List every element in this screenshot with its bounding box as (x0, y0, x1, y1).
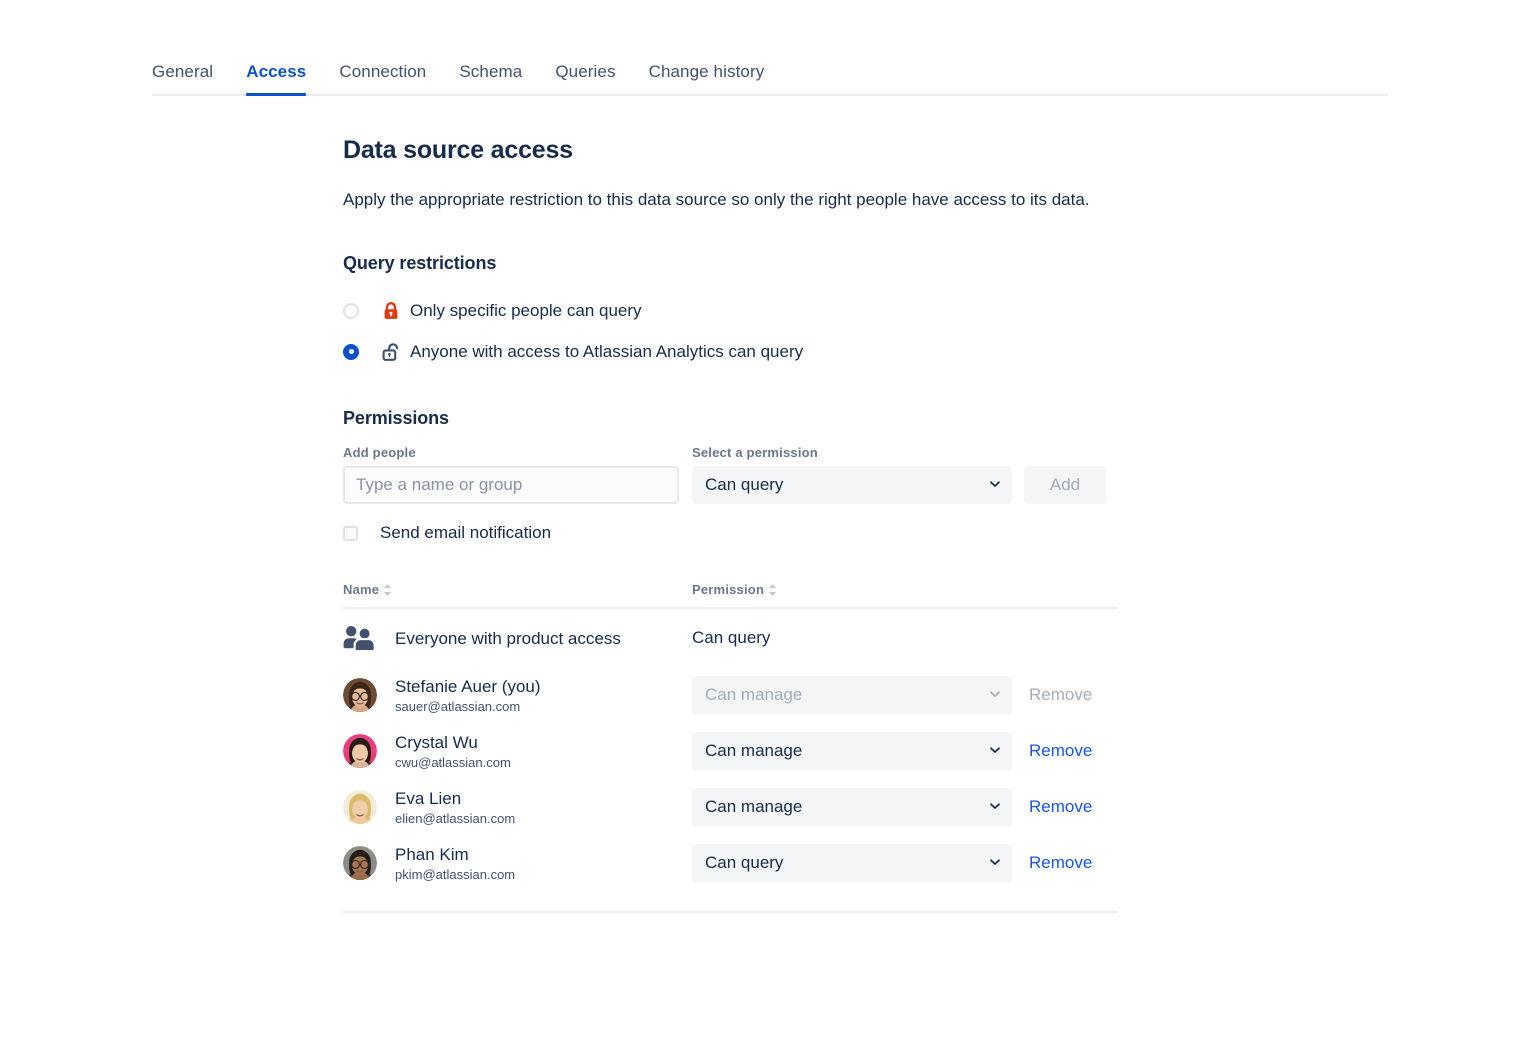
table-row: Crystal Wucwu@atlassian.com Can manage Rem… (343, 723, 1118, 779)
sort-icon (768, 583, 777, 597)
tab-schema[interactable]: Schema (459, 62, 522, 94)
cell-name: Eva Lienelien@atlassian.com (343, 788, 692, 827)
avatar-crystal (343, 734, 377, 768)
table-body: Everyone with product access Can query Ste… (343, 609, 1118, 891)
cell-name: Stefanie Auer (you)sauer@atlassian.com (343, 676, 692, 715)
row-name: Eva Lien (395, 788, 515, 809)
table-row: Everyone with product access Can query (343, 609, 1118, 667)
row-name: Stefanie Auer (you) (395, 676, 541, 697)
avatar-stefanie (343, 678, 377, 712)
select-permission-field: Select a permission Can query (679, 445, 1012, 504)
add-people-input[interactable] (343, 466, 679, 504)
cell-name: Everyone with product access (343, 625, 692, 652)
people-group-icon (343, 625, 379, 652)
avatar (343, 678, 377, 712)
sort-icon (383, 583, 392, 597)
select-permission-wrap: Can query (692, 466, 1012, 504)
sort-icon[interactable] (383, 583, 392, 597)
query-restriction-option-0[interactable]: Only specific people can query (343, 290, 1118, 331)
cell-name: Phan Kimpkim@atlassian.com (343, 844, 692, 883)
send-email-notification-row[interactable]: Send email notification (343, 523, 1118, 543)
row-permission-wrap: Can manage (692, 732, 1012, 770)
avatar (343, 846, 377, 880)
remove-link[interactable]: Remove (1029, 741, 1104, 761)
row-identity: Stefanie Auer (you)sauer@atlassian.com (395, 676, 541, 715)
row-permission-wrap: Can manage (692, 676, 1012, 714)
permissions-table: Name Permission Everyone with product acc… (343, 582, 1118, 913)
tab-queries[interactable]: Queries (555, 62, 615, 94)
cell-name: Crystal Wucwu@atlassian.com (343, 732, 692, 771)
query-restriction-label-1: Anyone with access to Atlassian Analytic… (410, 342, 803, 362)
row-email: cwu@atlassian.com (395, 754, 511, 771)
tab-connection[interactable]: Connection (339, 62, 426, 94)
row-permission-dropdown[interactable]: Can manage (692, 732, 1012, 770)
row-permission-wrap: Can manage (692, 788, 1012, 826)
row-email: elien@atlassian.com (395, 810, 515, 827)
row-permission-dropdown: Can manage (692, 676, 1012, 714)
row-identity: Eva Lienelien@atlassian.com (395, 788, 515, 827)
remove-link[interactable]: Remove (1029, 797, 1104, 817)
row-identity: Crystal Wucwu@atlassian.com (395, 732, 511, 771)
add-people-field: Add people (343, 445, 679, 504)
tab-bar: General Access Connection Schema Queries Chan… (152, 62, 1388, 96)
permissions-heading: Permissions (343, 408, 1118, 429)
tab-general[interactable]: General (152, 62, 213, 94)
row-name: Phan Kim (395, 844, 515, 865)
select-permission-dropdown[interactable]: Can query (692, 466, 1012, 504)
column-header-label: Permission (692, 582, 764, 597)
people-group-icon (343, 625, 377, 652)
row-permission-wrap: Can query (692, 844, 1012, 882)
row-name: Everyone with product access (395, 628, 621, 649)
remove-link: Remove (1029, 685, 1104, 705)
remove-link[interactable]: Remove (1029, 853, 1104, 873)
main-content: Data source access Apply the appropriate… (343, 136, 1118, 913)
lock-open-icon (382, 342, 402, 362)
avatar (343, 790, 377, 824)
table-row: Stefanie Auer (you)sauer@atlassian.com Ca… (343, 667, 1118, 723)
row-permission-text: Can query (692, 628, 770, 648)
avatar-phan (343, 846, 377, 880)
query-restrictions-radio-group: Only specific people can query Anyone wit… (343, 290, 1118, 372)
sort-icon[interactable] (768, 583, 777, 597)
table-row: Eva Lienelien@atlassian.com Can manage Rem… (343, 779, 1118, 835)
column-header-permission[interactable]: Permission (692, 582, 777, 597)
column-header-name[interactable]: Name (343, 582, 692, 597)
table-bottom-divider (343, 911, 1118, 913)
data-source-access-page: General Access Connection Schema Queries Chan… (0, 0, 1540, 1052)
lock-closed-icon (382, 301, 400, 321)
tab-change-history[interactable]: Change history (649, 62, 765, 94)
query-restriction-label-0: Only specific people can query (410, 301, 642, 321)
avatar-eva (343, 790, 377, 824)
row-email: pkim@atlassian.com (395, 866, 515, 883)
row-permission-dropdown[interactable]: Can query (692, 844, 1012, 882)
query-restriction-option-1[interactable]: Anyone with access to Atlassian Analytic… (343, 331, 1118, 372)
tab-access[interactable]: Access (246, 62, 306, 94)
query-restrictions-heading: Query restrictions (343, 253, 1118, 274)
row-permission-dropdown[interactable]: Can manage (692, 788, 1012, 826)
page-description: Apply the appropriate restriction to thi… (343, 187, 1103, 213)
column-header-label: Name (343, 582, 379, 597)
page-title: Data source access (343, 136, 1118, 165)
add-people-label: Add people (343, 445, 679, 460)
select-permission-label: Select a permission (692, 445, 1012, 460)
lock-closed-icon (382, 301, 402, 321)
table-row: Phan Kimpkim@atlassian.com Can query Remov… (343, 835, 1118, 891)
avatar (343, 734, 377, 768)
row-name: Crystal Wu (395, 732, 511, 753)
row-identity: Phan Kimpkim@atlassian.com (395, 844, 515, 883)
radio-button-0[interactable] (343, 303, 359, 319)
lock-open-icon (382, 342, 400, 362)
send-email-notification-label: Send email notification (380, 523, 551, 543)
add-people-form: Add people Select a permission Can query… (343, 445, 1118, 504)
add-button[interactable]: Add (1024, 466, 1106, 504)
table-header-row: Name Permission (343, 582, 1118, 609)
send-email-notification-checkbox[interactable] (343, 526, 358, 541)
row-email: sauer@atlassian.com (395, 698, 541, 715)
radio-button-1[interactable] (343, 344, 359, 360)
